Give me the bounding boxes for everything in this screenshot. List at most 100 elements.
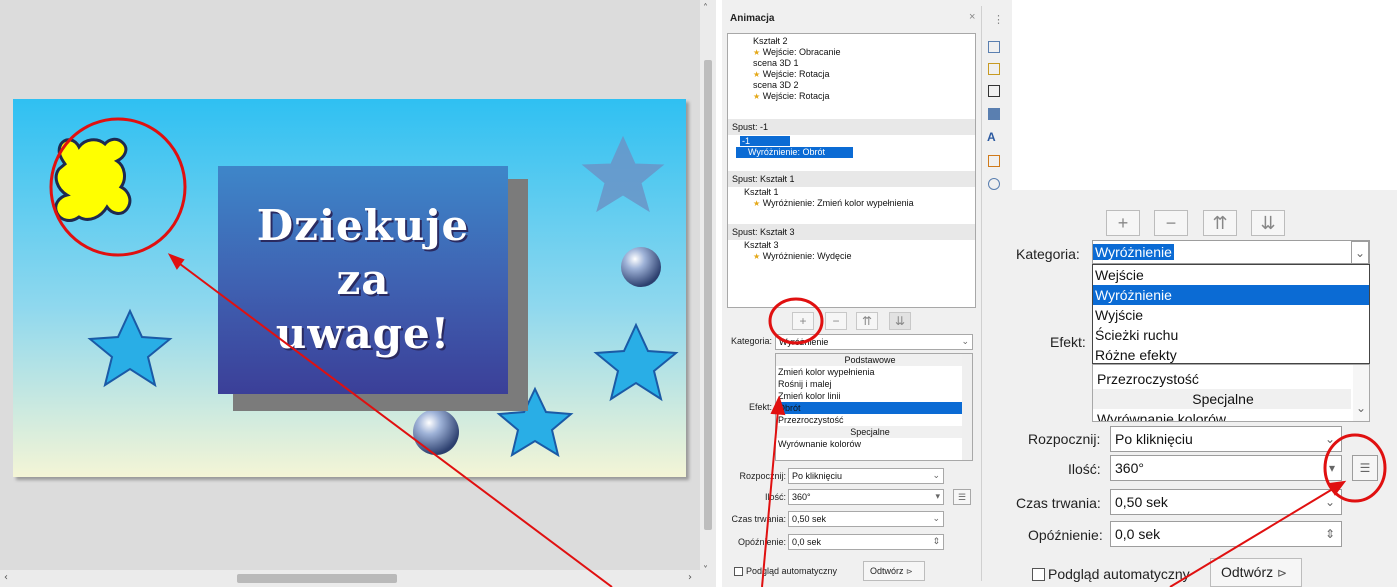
star-shape[interactable]	[581, 135, 665, 213]
effect-option[interactable]: Wyrównanie kolorów	[776, 438, 962, 450]
close-icon[interactable]: ×	[969, 11, 975, 23]
spin-arrows-icon: ⇕	[1324, 527, 1335, 541]
category-label: Kategoria:	[1016, 246, 1080, 262]
delay-spinbox[interactable]: 0,0 sek ⇕	[1110, 521, 1342, 547]
list-item[interactable]: ★ Wejście: Rotacja	[728, 69, 975, 80]
move-down-button[interactable]: ⇊	[889, 312, 911, 330]
list-item[interactable]: ★ Wyróżnienie: Wydęcie	[728, 251, 975, 262]
star-icon: ★	[753, 252, 761, 261]
sidebar-master-slides-icon[interactable]	[988, 108, 1000, 120]
amount-field[interactable]: 360° ▾	[1110, 455, 1342, 481]
star-shape[interactable]	[593, 322, 679, 402]
start-select[interactable]: Po kliknięciu ⌄	[1110, 426, 1342, 452]
sidebar-animation-icon[interactable]	[988, 63, 1000, 75]
add-effect-button[interactable]: +	[792, 312, 814, 330]
effect-option[interactable]: Zmień kolor wypełnienia	[776, 366, 962, 378]
effect-option[interactable]: Przezroczystość	[1093, 369, 1351, 389]
category-option[interactable]: Wyróżnienie	[1093, 285, 1369, 305]
sphere-shape[interactable]	[413, 409, 459, 455]
category-option[interactable]: Wejście	[1093, 265, 1369, 285]
scroll-left-icon[interactable]: ‹	[4, 573, 8, 583]
sidebar-navigator-icon[interactable]	[988, 178, 1000, 190]
category-option[interactable]: Wyjście	[1093, 305, 1369, 325]
thank-you-textbox[interactable]: Dziekuje za uwage!	[218, 166, 508, 394]
category-select[interactable]: Wyróżnienie ⌄	[775, 334, 973, 350]
slide-text-line: Dziekuje	[256, 201, 470, 250]
move-up-button[interactable]: ⇈	[1203, 210, 1237, 236]
effect-option[interactable]: Obrót	[776, 402, 962, 414]
list-item[interactable]: Kształt 1	[728, 187, 975, 198]
list-item[interactable]: ★ Wyróżnienie: Zmień kolor wypełnienia	[728, 198, 975, 209]
effect-list[interactable]: Przezroczystość Specjalne Wyrównanie kol…	[1092, 364, 1370, 422]
start-select[interactable]: Po kliknięciu ⌄	[788, 468, 944, 484]
chevron-down-icon: ⌄	[1351, 241, 1369, 263]
divider	[981, 6, 982, 581]
sidebar-properties-icon[interactable]	[988, 41, 1000, 53]
amount-field[interactable]: 360° ▾	[788, 489, 944, 505]
effect-label: Efekt:	[748, 402, 772, 412]
sidebar-gallery-icon[interactable]	[988, 155, 1000, 167]
effect-option[interactable]: Zmień kolor linii	[776, 390, 962, 402]
vertical-scrollbar[interactable]: ˄ ˅	[700, 0, 716, 587]
animation-list[interactable]: Kształt 2 ★ Wejście: Obracanie scena 3D …	[727, 33, 976, 308]
horizontal-scrollbar[interactable]: ‹ ›	[0, 570, 700, 587]
list-item[interactable]: Kształt 3	[728, 240, 975, 251]
category-option[interactable]: Różne efekty	[1093, 345, 1369, 365]
star-icon: ★	[753, 70, 761, 79]
scroll-right-icon[interactable]: ›	[688, 573, 692, 583]
options-icon[interactable]: ☰	[1352, 455, 1378, 481]
list-item[interactable]: Wyróżnienie: Obrót	[736, 147, 853, 158]
list-item-label: Wyróżnienie: Wydęcie	[762, 251, 852, 261]
add-effect-button[interactable]: +	[1106, 210, 1140, 236]
options-icon[interactable]: ☰	[953, 489, 971, 505]
list-item[interactable]: scena 3D 2	[728, 80, 975, 91]
effect-option[interactable]: Wyrównanie kolorów	[1093, 409, 1351, 421]
sidebar-slide-icon[interactable]	[988, 85, 1000, 97]
list-item[interactable]: -1	[736, 136, 853, 147]
more-options-icon[interactable]: ⋮	[993, 13, 1004, 26]
effect-label: Efekt:	[1050, 334, 1086, 350]
puzzle-shape[interactable]	[54, 137, 132, 222]
dropdown-arrow-icon: ▾	[1328, 461, 1335, 475]
remove-effect-button[interactable]: −	[1154, 210, 1188, 236]
category-select[interactable]: Wyróżnienie ⌄	[1092, 240, 1370, 264]
duration-select[interactable]: 0,50 sek ⌄	[788, 511, 944, 527]
amount-label: Ilość:	[1068, 461, 1101, 477]
category-option[interactable]: Ścieżki ruchu	[1093, 325, 1369, 345]
chevron-down-icon[interactable]: ⌄	[1353, 365, 1369, 421]
vertical-scroll-thumb[interactable]	[704, 60, 712, 530]
start-label: Rozpocznij:	[1028, 431, 1101, 447]
scroll-down-icon[interactable]: ˅	[703, 566, 708, 576]
amount-value: 360°	[792, 492, 811, 502]
list-item[interactable]: ★ Wejście: Obracanie	[728, 47, 975, 58]
horizontal-scroll-thumb[interactable]	[237, 574, 397, 583]
effect-list[interactable]: Podstawowe Zmień kolor wypełnienia Rośni…	[775, 353, 973, 461]
star-icon: ★	[753, 199, 761, 208]
delay-label: Opóźnienie:	[737, 537, 786, 547]
effect-option[interactable]: Rośnij i malej	[776, 378, 962, 390]
sphere-shape[interactable]	[621, 247, 661, 287]
chevron-down-icon: ⌄	[1324, 495, 1335, 509]
autopreview-checkbox[interactable]	[1032, 568, 1045, 581]
remove-effect-button[interactable]: −	[825, 312, 847, 330]
scroll-up-icon[interactable]: ˄	[703, 4, 708, 14]
duration-select[interactable]: 0,50 sek ⌄	[1110, 489, 1342, 515]
effect-list-scrollbar[interactable]	[962, 354, 972, 460]
play-icon: ⊳	[1277, 566, 1288, 580]
sidebar-styles-icon[interactable]: A	[987, 130, 996, 144]
effect-option[interactable]: Przezroczystość	[776, 414, 962, 426]
play-button[interactable]: Odtwórz ⊳	[1210, 558, 1302, 587]
delay-spinbox[interactable]: 0,0 sek ⇕	[788, 534, 944, 550]
move-down-button[interactable]: ⇊	[1251, 210, 1285, 236]
slide-canvas[interactable]: Dziekuje za uwage!	[13, 99, 686, 477]
list-item-label: Wyróżnienie: Obrót	[736, 147, 853, 158]
move-up-button[interactable]: ⇈	[856, 312, 878, 330]
list-item[interactable]: scena 3D 1	[728, 58, 975, 69]
category-dropdown[interactable]: Wejście Wyróżnienie Wyjście Ścieżki ruch…	[1092, 264, 1370, 364]
play-button[interactable]: Odtwórz ⊳	[863, 561, 925, 581]
list-item[interactable]: ★ Wejście: Rotacja	[728, 91, 975, 102]
list-item[interactable]: Kształt 2	[728, 36, 975, 47]
star-shape[interactable]	[87, 308, 173, 388]
autopreview-checkbox[interactable]	[734, 567, 743, 576]
trigger-header: Spust: Kształt 3	[728, 224, 975, 240]
